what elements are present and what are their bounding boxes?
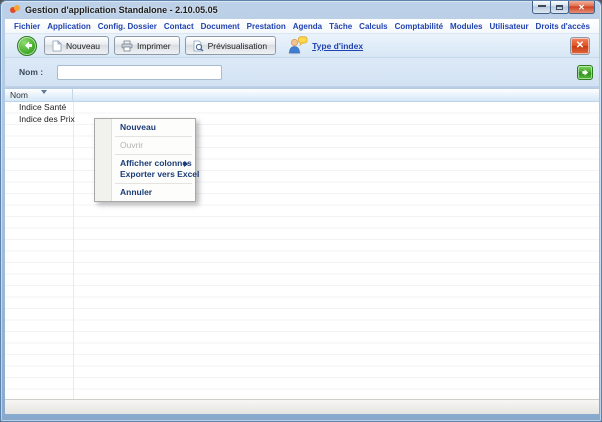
name-filter-input[interactable] [57,65,222,80]
menu-droits-acces[interactable]: Droits d'accès [536,22,590,31]
search-go-button[interactable] [577,65,593,80]
context-menu-separator [115,136,192,137]
menu-modules[interactable]: Modules [450,22,482,31]
context-menu: Nouveau Ouvrir Afficher colonnes Exporte… [94,118,196,202]
minimize-icon [538,4,546,7]
close-icon: ✕ [578,3,585,12]
preview-button-label: Prévisualisation [208,41,268,51]
menu-agenda[interactable]: Agenda [293,22,322,31]
menu-bar: Fichier Application Config. Dossier Cont… [5,19,599,34]
menu-contact[interactable]: Contact [164,22,194,31]
menu-prestation[interactable]: Prestation [247,22,286,31]
new-button[interactable]: Nouveau [44,36,109,55]
filter-bar: Nom : [5,58,599,86]
grid-header: Nom [5,89,599,102]
panel-close-button[interactable]: ✕ [570,37,590,55]
window-title: Gestion d'application Standalone - 2.10.… [25,5,218,15]
maximize-button[interactable] [550,1,569,14]
back-arrow-icon [22,40,33,51]
printer-icon [121,40,133,52]
menu-document[interactable]: Document [201,22,240,31]
print-button[interactable]: Imprimer [114,36,180,55]
status-bar [5,399,599,414]
new-document-icon [51,40,62,52]
menu-fichier[interactable]: Fichier [14,22,40,31]
context-item-exporter-excel[interactable]: Exporter vers Excel [95,169,195,180]
panel-close-icon: ✕ [576,40,584,51]
column-divider [73,102,74,399]
print-button-label: Imprimer [137,41,171,51]
menu-application[interactable]: Application [47,22,91,31]
list-item-indice-sante[interactable]: Indice Santé [5,102,599,114]
app-window: Gestion d'application Standalone - 2.10.… [0,0,602,422]
context-item-ouvrir: Ouvrir [95,140,195,151]
maximize-icon [556,5,563,10]
context-menu-separator [115,183,192,184]
go-arrow-icon [581,68,590,77]
submenu-arrow-icon [184,161,188,167]
client-area: Fichier Application Config. Dossier Cont… [5,19,599,414]
column-header-nom[interactable]: Nom [5,89,73,101]
context-item-annuler[interactable]: Annuler [95,187,195,198]
back-button[interactable] [17,36,37,56]
menu-utilisateur[interactable]: Utilisateur [489,22,528,31]
sort-indicator-icon [41,90,47,94]
preview-button[interactable]: Prévisualisation [185,36,277,55]
context-item-label: Afficher colonnes [120,158,192,168]
window-controls: ✕ [533,1,595,14]
index-type-person-icon [287,36,308,55]
minimize-button[interactable] [532,1,551,14]
context-item-nouveau[interactable]: Nouveau [95,122,195,133]
index-type-link[interactable]: Type d'index [312,41,363,51]
close-button[interactable]: ✕ [568,1,595,14]
toolbar: Nouveau Imprimer Prévisualisation [5,34,599,58]
name-filter-label: Nom : [19,67,43,77]
new-button-label: Nouveau [66,41,100,51]
column-header-label: Nom [10,90,28,100]
title-bar[interactable]: Gestion d'application Standalone - 2.10.… [1,1,602,19]
menu-calculs[interactable]: Calculs [359,22,387,31]
context-menu-separator [115,154,192,155]
app-icon [10,5,20,15]
menu-comptabilite[interactable]: Comptabilité [395,22,443,31]
menu-tache[interactable]: Tâche [329,22,352,31]
context-item-afficher-colonnes[interactable]: Afficher colonnes [95,158,195,169]
preview-icon [192,40,204,52]
menu-config-dossier[interactable]: Config. Dossier [98,22,157,31]
